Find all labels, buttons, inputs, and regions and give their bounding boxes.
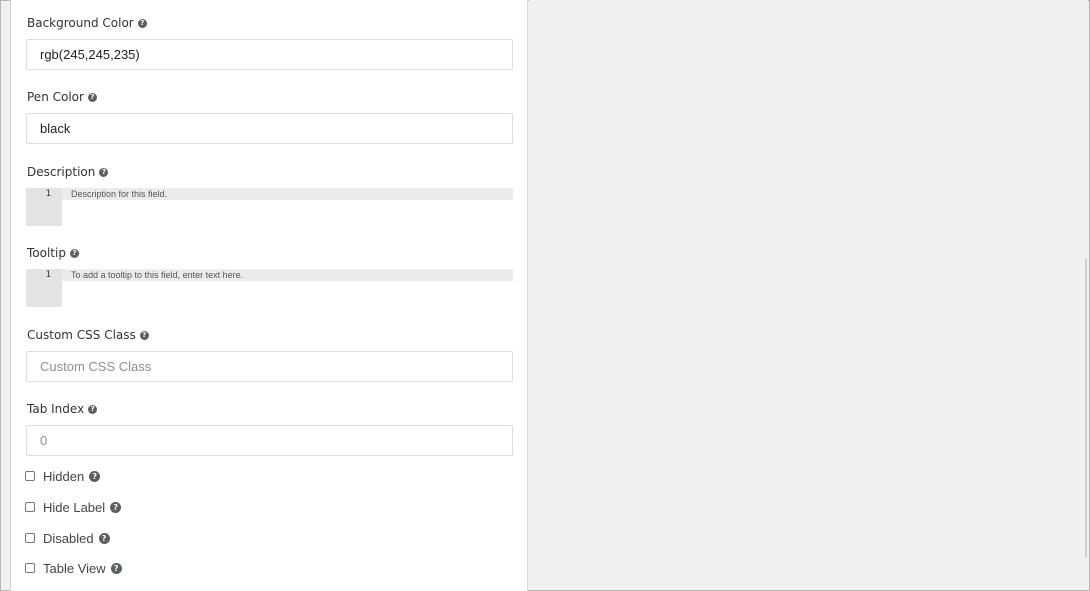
line-number: 1 xyxy=(45,270,51,280)
scrollbar[interactable] xyxy=(1085,258,1087,558)
hidden-checkbox-row[interactable]: Hidden ? xyxy=(25,468,101,484)
question-circle-icon[interactable]: ? xyxy=(137,18,147,28)
question-circle-icon[interactable]: ? xyxy=(69,248,79,258)
disabled-checkbox[interactable] xyxy=(25,533,35,543)
hide-label-label: Hide Label xyxy=(43,499,106,515)
custom-css-class-input[interactable]: Custom CSS Class xyxy=(26,351,513,382)
tab-index-label: Tab Index ? xyxy=(27,402,98,416)
question-circle-icon[interactable]: ? xyxy=(139,330,149,340)
tooltip-text: To add a tooltip to this field, enter te… xyxy=(71,270,244,280)
question-circle-icon[interactable]: ? xyxy=(87,92,97,102)
question-circle-icon[interactable]: ? xyxy=(89,470,101,482)
disabled-checkbox-row[interactable]: Disabled ? xyxy=(25,530,110,546)
editor-line[interactable]: To add a tooltip to this field, enter te… xyxy=(62,269,513,281)
question-circle-icon[interactable]: ? xyxy=(110,562,122,574)
background-color-input[interactable]: rgb(245,245,235) xyxy=(26,39,513,70)
hidden-label: Hidden xyxy=(43,468,85,484)
table-view-checkbox[interactable] xyxy=(25,563,35,573)
pen-color-label: Pen Color ? xyxy=(27,90,97,104)
description-label: Description ? xyxy=(27,165,109,179)
field-settings-panel: Background Color ? rgb(245,245,235) Pen … xyxy=(10,0,528,591)
table-view-checkbox-row[interactable]: Table View ? xyxy=(25,560,122,576)
line-number: 1 xyxy=(45,189,51,199)
question-circle-icon[interactable]: ? xyxy=(99,167,109,177)
background-color-label: Background Color ? xyxy=(27,16,147,30)
custom-css-class-label: Custom CSS Class ? xyxy=(27,328,149,342)
disabled-label: Disabled xyxy=(43,530,94,546)
line-number-gutter: 1 xyxy=(26,269,62,307)
hide-label-checkbox[interactable] xyxy=(25,502,35,512)
description-text: Description for this field. xyxy=(71,189,168,199)
table-view-label: Table View xyxy=(43,560,106,576)
editor-line[interactable]: Description for this field. xyxy=(62,188,513,200)
description-editor[interactable]: 1 Description for this field. xyxy=(26,188,513,226)
line-number-gutter: 1 xyxy=(26,188,62,226)
tooltip-label: Tooltip ? xyxy=(27,246,79,260)
preview-panel xyxy=(529,0,1088,589)
hidden-checkbox[interactable] xyxy=(25,471,35,481)
hide-label-checkbox-row[interactable]: Hide Label ? xyxy=(25,499,122,515)
pen-color-input[interactable]: black xyxy=(26,113,513,144)
question-circle-icon[interactable]: ? xyxy=(110,501,122,513)
tab-index-input[interactable]: 0 xyxy=(26,425,513,456)
tooltip-editor[interactable]: 1 To add a tooltip to this field, enter … xyxy=(26,269,513,307)
question-circle-icon[interactable]: ? xyxy=(88,404,98,414)
question-circle-icon[interactable]: ? xyxy=(98,532,110,544)
